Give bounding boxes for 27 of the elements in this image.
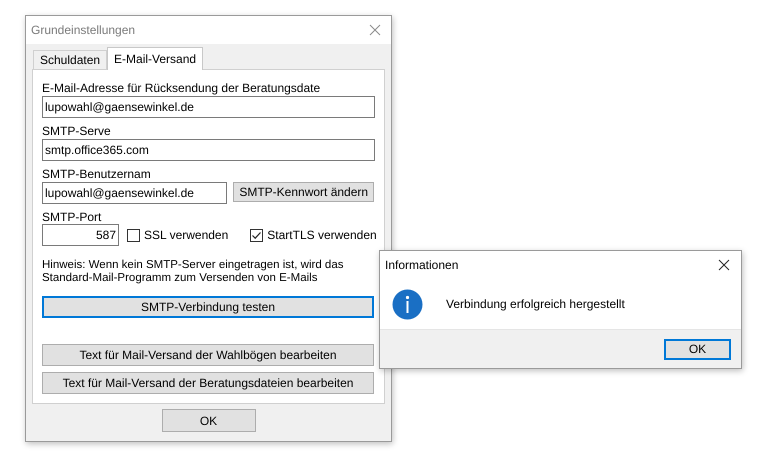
port-field[interactable]: 587 bbox=[42, 224, 119, 246]
close-icon[interactable] bbox=[718, 259, 730, 271]
window-title: Grundeinstellungen bbox=[31, 23, 136, 37]
input-field[interactable]: lupowahl@gaensewinkel.de bbox=[42, 96, 375, 118]
edit-text-button[interactable]: Text für Mail-Versand der Beratungsdateien bearbeiten bbox=[42, 372, 374, 394]
field-label: SMTP-Port bbox=[42, 211, 102, 224]
checkbox-label: SSL verwenden bbox=[144, 228, 228, 242]
hint-text: Hinweis: Wenn kein SMTP-Server eingetragen ist, wird das bbox=[42, 259, 344, 272]
field-label: SMTP-Serve bbox=[42, 125, 112, 138]
checkbox[interactable] bbox=[127, 228, 140, 242]
test-connection-button[interactable]: SMTP-Verbindung testen bbox=[42, 296, 374, 318]
ok-button[interactable]: OK bbox=[162, 409, 256, 432]
info-icon bbox=[392, 288, 423, 320]
tab[interactable]: E-Mail-Versand bbox=[107, 47, 204, 70]
hint-text: Standard-Mail-Programm zum Versenden von E-Mails bbox=[42, 272, 318, 285]
message-text: Verbindung erfolgreich hergestellt bbox=[446, 297, 625, 311]
change-password-button[interactable]: SMTP-Kennwort ändern bbox=[233, 182, 374, 202]
field-label: E-Mail-Adresse für Rücksendung der Beratungsdate bbox=[42, 82, 322, 95]
field-label: SMTP-Benutzernam bbox=[42, 168, 152, 181]
dialog-title: Informationen bbox=[385, 258, 458, 272]
ok-button[interactable]: OK bbox=[664, 338, 731, 360]
input-field[interactable]: smtp.office365.com bbox=[42, 139, 375, 161]
checkbox-label: StartTLS verwenden bbox=[267, 228, 377, 242]
tab[interactable]: Schuldaten bbox=[33, 50, 108, 69]
edit-text-button[interactable]: Text für Mail-Versand der Wahlbögen bearbeiten bbox=[42, 344, 374, 366]
input-field[interactable]: lupowahl@gaensewinkel.de bbox=[42, 182, 228, 204]
checkbox[interactable] bbox=[250, 228, 264, 242]
